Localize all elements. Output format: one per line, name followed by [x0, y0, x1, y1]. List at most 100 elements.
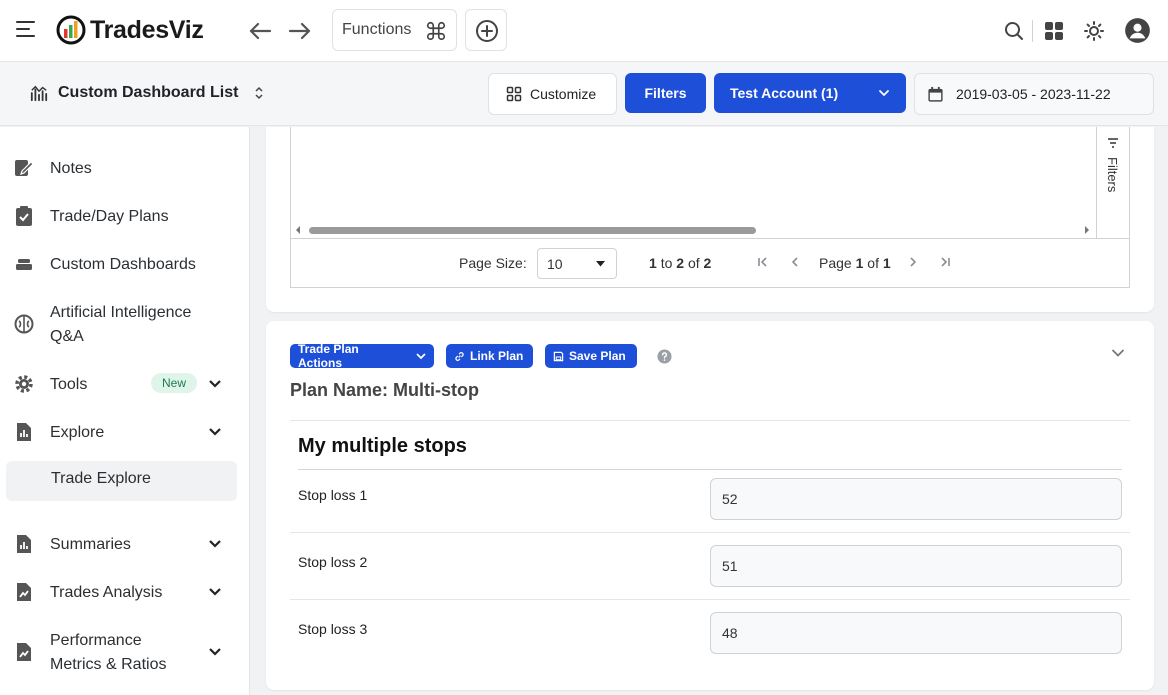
filters-button[interactable]: Filters	[625, 73, 706, 113]
sidebar-subitem-label: Trade Explore	[51, 470, 151, 487]
trade-plan-actions-label: Trade Plan Actions	[298, 342, 359, 370]
stop-loss-3-label: Stop loss 3	[298, 621, 368, 637]
customize-button[interactable]: Customize	[488, 73, 617, 115]
filter-lines-icon	[1108, 138, 1118, 148]
range-from: 1	[649, 255, 657, 271]
search-icon[interactable]	[1002, 19, 1026, 43]
app-name: TradesViz	[90, 15, 204, 44]
divider	[290, 532, 1130, 533]
functions-label: Functions	[342, 21, 412, 38]
caret-down-icon	[596, 261, 605, 267]
chevron-down-icon	[209, 648, 221, 656]
sidebar-item-ai-qa[interactable]: Artificial Intelligence Q&A	[0, 301, 250, 349]
range-of-word: of	[687, 255, 700, 271]
chevron-down-icon	[209, 540, 221, 548]
calendar-icon	[928, 86, 943, 102]
sidebar-item-label: Custom Dashboards	[50, 256, 196, 273]
account-label: Test Account (1)	[730, 85, 839, 101]
stop-loss-2-input[interactable]: 51	[710, 545, 1122, 587]
back-arrow-icon[interactable]	[246, 17, 274, 45]
save-icon	[553, 351, 564, 361]
page-total: 1	[882, 255, 891, 271]
customize-label: Customize	[530, 86, 597, 102]
theme-sun-icon[interactable]	[1082, 19, 1106, 43]
trade-plan-card: Trade Plan Actions Link Plan Save Plan P…	[266, 321, 1154, 690]
data-grid: Filters Page Size: 10 1 to 2 of 2 Page 1…	[290, 127, 1130, 288]
stop-loss-1-label: Stop loss 1	[298, 487, 368, 503]
command-key-icon	[426, 21, 446, 41]
link-icon	[455, 351, 464, 361]
top-navbar: TradesViz Functions	[0, 0, 1168, 62]
filters-label: Filters	[644, 85, 687, 101]
range-to-word: to	[660, 255, 673, 271]
grid-pagination: Page Size: 10 1 to 2 of 2 Page 1 of 1	[291, 239, 1129, 287]
sidebar-item-label: Explore	[50, 424, 105, 441]
chevron-down-icon	[209, 380, 221, 388]
stop-loss-3-input[interactable]: 48	[710, 612, 1122, 654]
grid-filters-label: Filters	[1105, 157, 1120, 193]
grid-card: Filters Page Size: 10 1 to 2 of 2 Page 1…	[266, 127, 1154, 312]
sidebar-item-label: Trade/Day Plans	[50, 208, 169, 225]
menu-toggle-icon[interactable]	[16, 20, 36, 38]
plan-section-title: My multiple stops	[298, 435, 467, 457]
chevron-down-icon	[209, 428, 221, 436]
page-indicator: Page 1 of 1	[819, 255, 891, 271]
page-size-select[interactable]: 10	[537, 248, 617, 279]
gear-icon	[15, 375, 33, 393]
prev-page-icon[interactable]	[788, 255, 802, 269]
last-page-icon[interactable]	[938, 255, 952, 269]
grid-layout-icon	[506, 86, 522, 102]
app-logo[interactable]: TradesViz	[56, 14, 204, 46]
help-icon[interactable]	[657, 349, 672, 364]
first-page-icon[interactable]	[756, 255, 770, 269]
functions-button[interactable]: Functions	[332, 9, 457, 51]
dashboard-list-selector[interactable]: Custom Dashboard List	[30, 84, 264, 102]
sidebar-item-performance-metrics[interactable]: Performance Metrics & Ratios	[0, 629, 250, 677]
next-page-icon[interactable]	[906, 255, 920, 269]
user-avatar-icon[interactable]	[1124, 17, 1151, 44]
chevron-updown-icon	[255, 86, 263, 100]
sidebar: Notes Trade/Day Plans Custom Dashboards …	[0, 127, 250, 695]
scrollbar-thumb[interactable]	[309, 227, 756, 234]
sidebar-item-label: Notes	[50, 160, 92, 177]
date-range-value: 2019-03-05 - 2023-11-22	[956, 86, 1111, 102]
stack-icon	[16, 259, 32, 270]
report-chart-icon	[17, 535, 31, 553]
page-size-value: 10	[547, 256, 563, 272]
collapse-chevron-icon[interactable]	[1111, 348, 1125, 358]
brain-icon	[14, 314, 34, 334]
chevron-down-icon	[879, 90, 889, 97]
save-plan-button[interactable]: Save Plan	[545, 344, 637, 368]
horizontal-scrollbar[interactable]	[291, 223, 1097, 237]
date-range-picker[interactable]: 2019-03-05 - 2023-11-22	[914, 73, 1154, 115]
scroll-left-icon[interactable]	[295, 226, 301, 234]
range-to: 2	[676, 255, 685, 271]
page-of-word: of	[867, 255, 879, 271]
sidebar-item-label-line1: Artificial Intelligence	[50, 304, 192, 321]
scroll-right-icon[interactable]	[1084, 226, 1090, 234]
clipboard-check-icon	[16, 206, 32, 226]
add-button[interactable]	[465, 9, 507, 51]
chart-line-icon	[30, 85, 48, 102]
grid-filters-panel-toggle[interactable]: Filters	[1096, 127, 1129, 238]
page-current: 1	[855, 255, 864, 271]
save-plan-label: Save Plan	[569, 349, 626, 363]
plan-name: Plan Name: Multi-stop	[290, 380, 480, 400]
link-plan-button[interactable]: Link Plan	[446, 344, 533, 368]
chevron-down-icon	[209, 588, 221, 596]
page-word: Page	[819, 255, 852, 271]
sidebar-item-label: Tools	[50, 376, 88, 393]
stop-loss-1-input[interactable]: 52	[710, 478, 1122, 520]
account-selector[interactable]: Test Account (1)	[714, 73, 906, 113]
logo-mark-icon	[56, 15, 86, 45]
new-badge: New	[151, 373, 197, 393]
sidebar-item-label-line2: Metrics & Ratios	[50, 656, 167, 673]
trade-plan-actions-button[interactable]: Trade Plan Actions	[290, 342, 434, 370]
sidebar-subitem-trade-explore[interactable]: Trade Explore	[6, 461, 237, 501]
sidebar-item-label: Summaries	[50, 536, 131, 553]
dashboard-header: Custom Dashboard List Customize Filters …	[0, 62, 1168, 126]
sidebar-item-label: Trades Analysis	[50, 584, 163, 601]
forward-arrow-icon[interactable]	[286, 17, 314, 45]
apps-grid-icon[interactable]	[1042, 19, 1066, 43]
dashboard-list-label: Custom Dashboard List	[58, 84, 239, 101]
